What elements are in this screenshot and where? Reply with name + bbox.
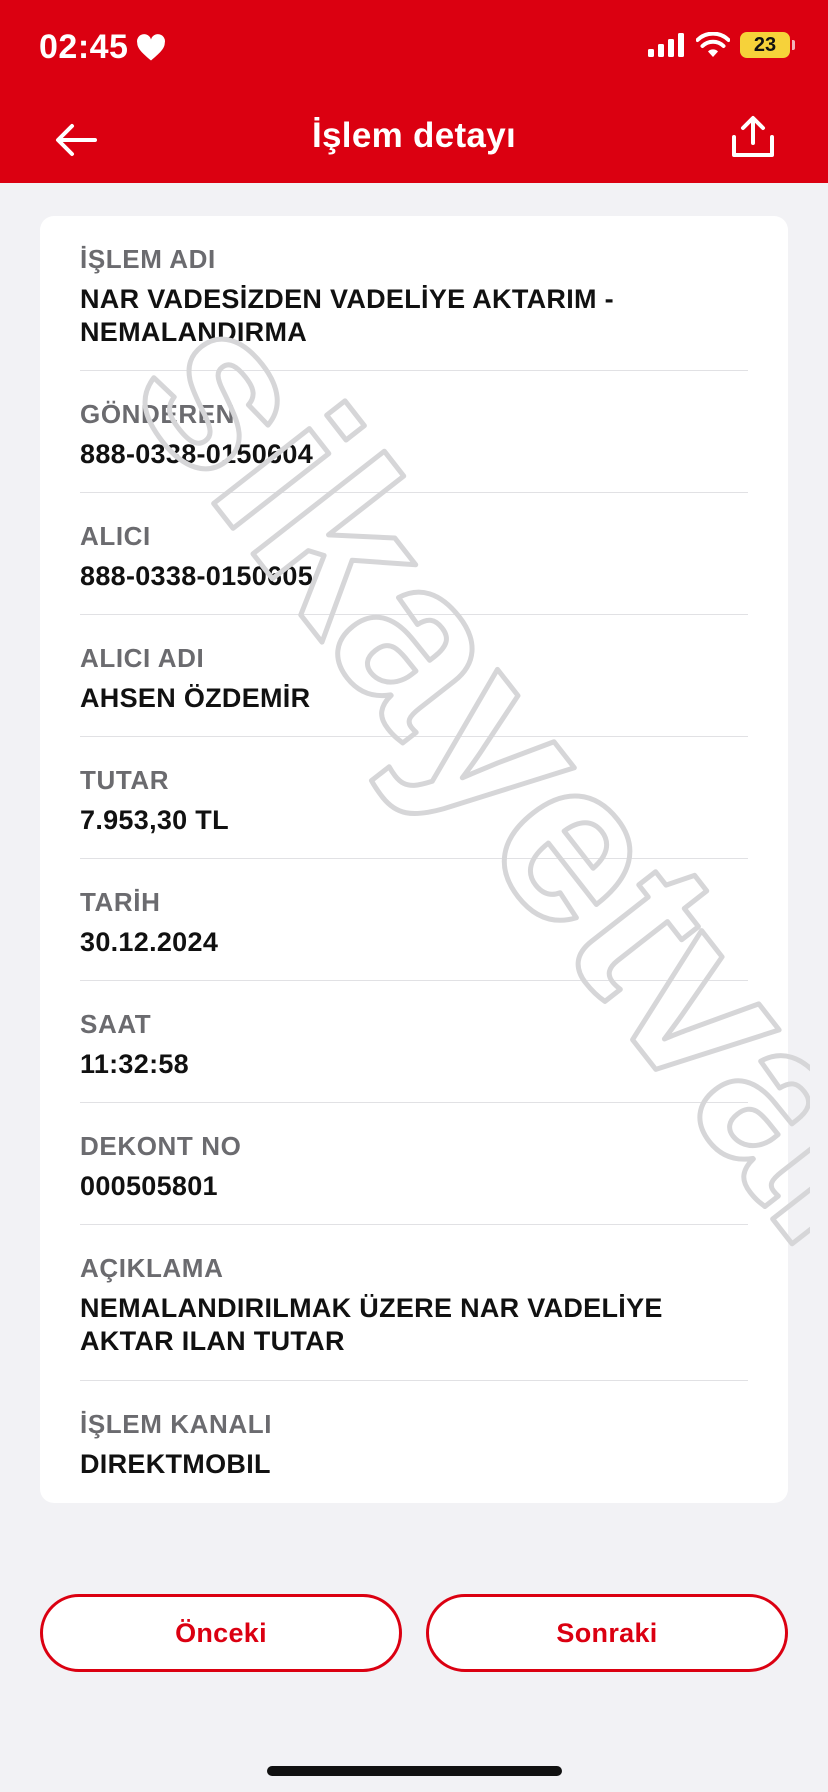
- app-header: 02:45 23 İşlem detayı: [0, 0, 828, 183]
- transaction-detail-card: İŞLEM ADI NAR VADESİZDEN VADELİYE AKTARI…: [40, 216, 788, 1503]
- previous-button[interactable]: Önceki: [40, 1594, 402, 1672]
- detail-label: DEKONT NO: [80, 1131, 242, 1161]
- detail-value: 30.12.2024: [80, 927, 219, 957]
- clock-text: 02:45: [39, 28, 129, 66]
- pagination-buttons: Önceki Sonraki: [40, 1594, 788, 1672]
- detail-label: SAAT: [80, 1009, 152, 1039]
- detail-label: TARİH: [80, 887, 161, 917]
- detail-value: AHSEN ÖZDEMİR: [80, 683, 311, 713]
- battery-icon: 23: [740, 32, 795, 58]
- detail-row-time: SAAT 11:32:58: [80, 981, 748, 1103]
- wifi-icon: [696, 32, 730, 57]
- detail-value: NEMALANDIRILMAK ÜZERE NAR VADELİYE AKTAR…: [80, 1293, 663, 1356]
- detail-row-date: TARİH 30.12.2024: [80, 859, 748, 981]
- share-icon: [732, 116, 774, 157]
- nav-bar: İşlem detayı: [0, 100, 828, 183]
- status-bar: 02:45 23: [0, 0, 828, 100]
- detail-row-recipient-name: ALICI ADI AHSEN ÖZDEMİR: [80, 615, 748, 737]
- status-time: 02:45: [39, 28, 166, 67]
- detail-row-amount: TUTAR 7.953,30 TL: [80, 737, 748, 859]
- cellular-signal-icon: [648, 33, 684, 57]
- detail-value: 888-0338-0150604: [80, 439, 314, 469]
- detail-label: İŞLEM ADI: [80, 244, 216, 274]
- detail-label: AÇIKLAMA: [80, 1253, 224, 1283]
- detail-label: ALICI ADI: [80, 643, 205, 673]
- detail-row-receipt-no: DEKONT NO 000505801: [80, 1103, 748, 1225]
- page-title: İşlem detayı: [312, 116, 516, 155]
- battery-level: 23: [753, 34, 777, 56]
- home-indicator[interactable]: [267, 1766, 562, 1776]
- share-button[interactable]: [728, 112, 778, 162]
- detail-value: 888-0338-0150605: [80, 561, 314, 591]
- detail-label: GÖNDEREN: [80, 399, 236, 429]
- detail-value: NAR VADESİZDEN VADELİYE AKTARIM - NEMALA…: [80, 284, 614, 347]
- detail-row-sender: GÖNDEREN 888-0338-0150604: [80, 371, 748, 493]
- detail-value: 000505801: [80, 1171, 218, 1201]
- detail-row-recipient: ALICI 888-0338-0150605: [80, 493, 748, 615]
- detail-row-description: AÇIKLAMA NEMALANDIRILMAK ÜZERE NAR VADEL…: [80, 1225, 748, 1381]
- detail-row-channel: İŞLEM KANALI DIREKTMOBIL: [80, 1381, 748, 1487]
- status-icons: 23: [648, 32, 795, 58]
- detail-value: DIREKTMOBIL: [80, 1449, 271, 1479]
- detail-value: 11:32:58: [80, 1049, 189, 1079]
- detail-value: 7.953,30 TL: [80, 805, 229, 835]
- detail-label: ALICI: [80, 521, 151, 551]
- heart-icon: [137, 33, 166, 60]
- detail-label: İŞLEM KANALI: [80, 1409, 273, 1439]
- detail-row-transaction-name: İŞLEM ADI NAR VADESİZDEN VADELİYE AKTARI…: [80, 216, 748, 371]
- detail-label: TUTAR: [80, 765, 170, 795]
- next-button[interactable]: Sonraki: [426, 1594, 788, 1672]
